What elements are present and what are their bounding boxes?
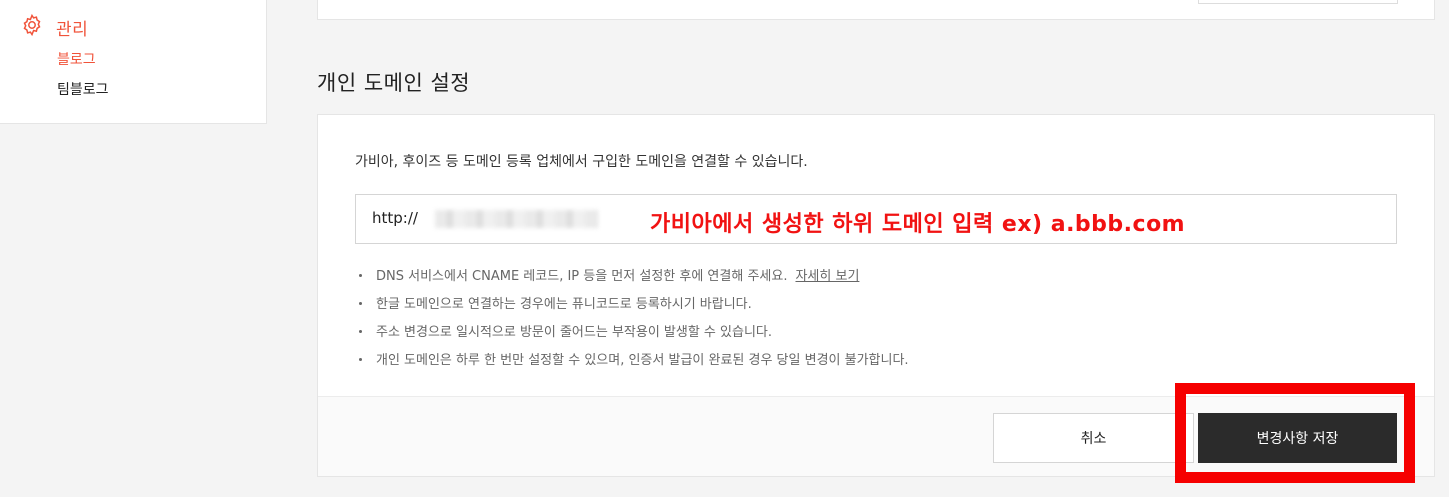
detail-link[interactable]: 자세히 보기: [795, 269, 859, 284]
note-item: 주소 변경으로 일시적으로 방문이 줄어드는 부작용이 발생할 수 있습니다.: [355, 321, 909, 349]
note-text: 주소 변경으로 일시적으로 방문이 줄어드는 부작용이 발생할 수 있습니다.: [376, 325, 772, 340]
sidebar-item-teamblog[interactable]: 팀블로그: [57, 79, 109, 99]
domain-input-field[interactable]: http:// 가비아에서 생성한 하위 도메인 입력 ex) a.bbb.co…: [355, 194, 1397, 244]
cancel-button[interactable]: 취소: [993, 413, 1194, 463]
previous-settings-card: [317, 0, 1435, 20]
domain-description: 가비아, 후이즈 등 도메인 등록 업체에서 구입한 도메인을 연결할 수 있습…: [355, 154, 808, 170]
note-text: 개인 도메인은 하루 한 번만 설정할 수 있으며, 인증서 발급이 완료된 경…: [376, 353, 909, 368]
url-prefix: http://: [372, 209, 418, 227]
page-title: 개인 도메인 설정: [317, 71, 471, 95]
notes-list: DNS 서비스에서 CNAME 레코드, IP 등을 먼저 설정한 후에 연결해…: [355, 265, 909, 377]
highlight-annotation-box: [1175, 383, 1415, 483]
previous-card-control[interactable]: [1198, 0, 1398, 4]
sidebar-item-blog[interactable]: 블로그: [57, 49, 96, 69]
gear-icon: [20, 13, 44, 41]
note-item: 개인 도메인은 하루 한 번만 설정할 수 있으며, 인증서 발급이 완료된 경…: [355, 349, 909, 377]
annotation-text: 가비아에서 생성한 하위 도메인 입력 ex) a.bbb.com: [650, 212, 1186, 237]
blurred-domain-value: [435, 210, 598, 228]
sidebar-section-manage[interactable]: 관리: [20, 13, 88, 41]
note-text: DNS 서비스에서 CNAME 레코드, IP 등을 먼저 설정한 후에 연결해…: [376, 269, 788, 284]
note-text: 한글 도메인으로 연결하는 경우에는 퓨니코드로 등록하시기 바랍니다.: [376, 297, 752, 312]
note-item: 한글 도메인으로 연결하는 경우에는 퓨니코드로 등록하시기 바랍니다.: [355, 293, 909, 321]
note-item: DNS 서비스에서 CNAME 레코드, IP 등을 먼저 설정한 후에 연결해…: [355, 265, 909, 293]
sidebar-section-label: 관리: [56, 19, 89, 40]
sidebar: 관리 블로그 팀블로그: [0, 0, 267, 124]
